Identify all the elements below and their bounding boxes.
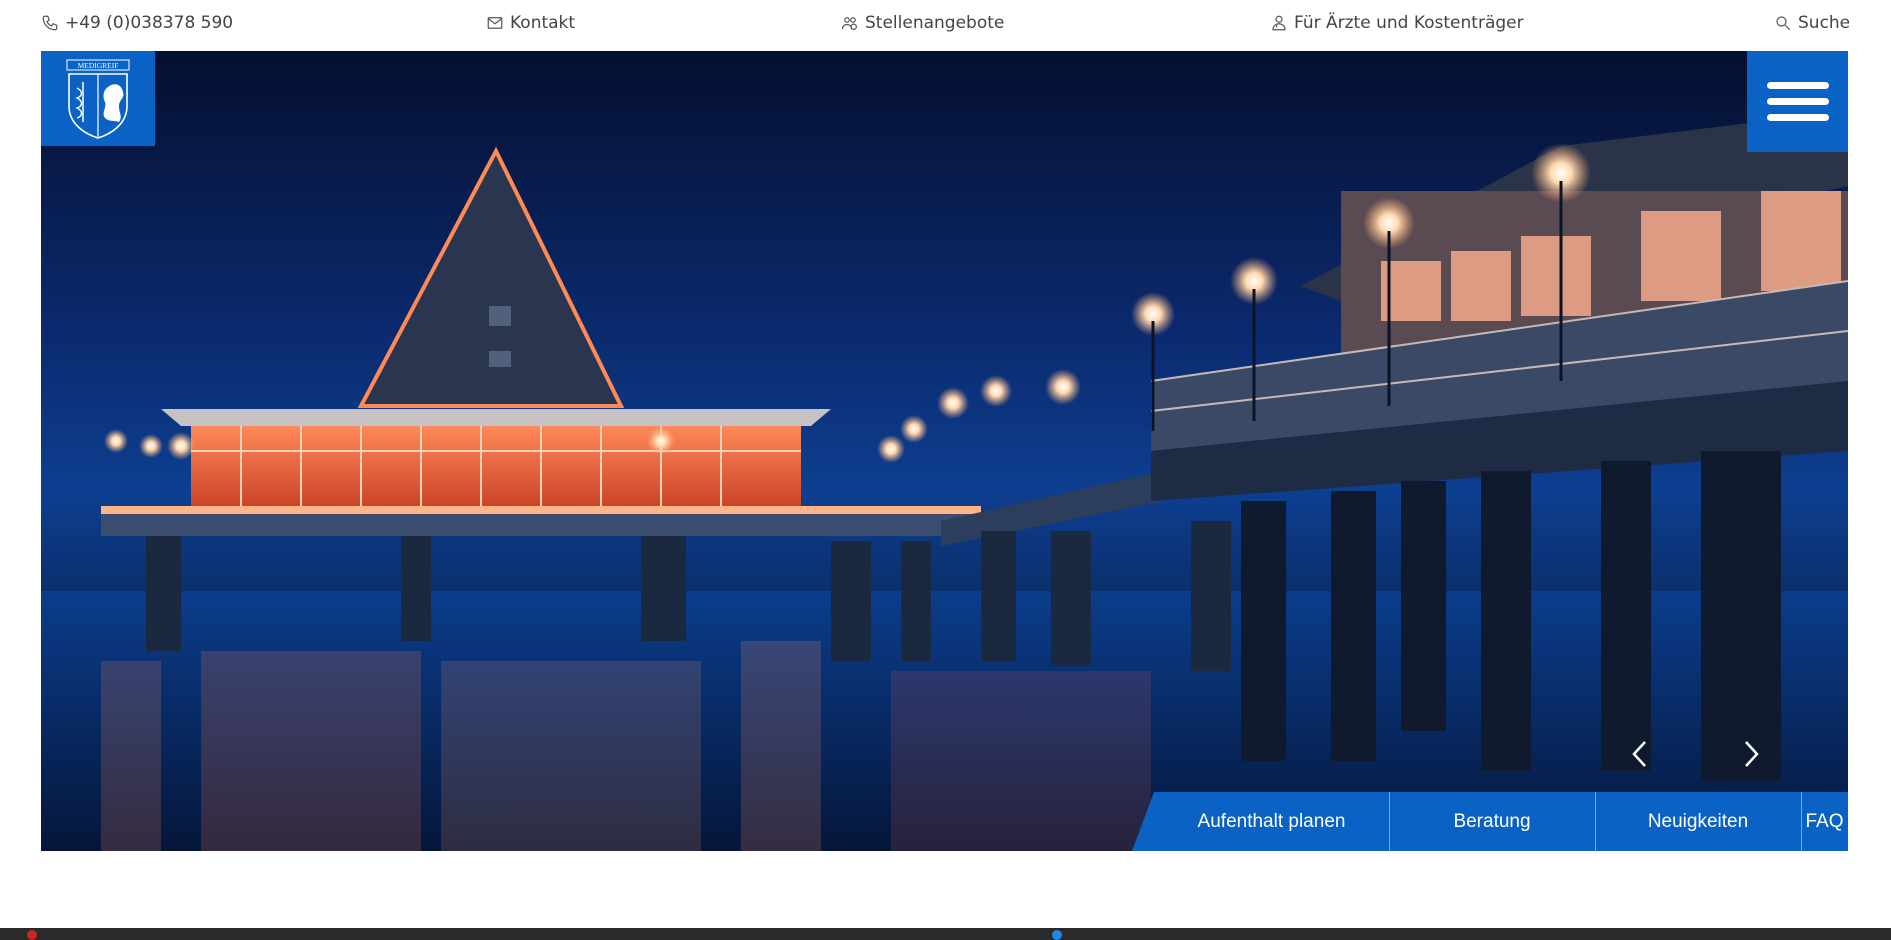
menu-bar (1766, 98, 1829, 105)
tab-neuigkeiten[interactable]: Neuigkeiten (1595, 792, 1802, 851)
jobs-label: Stellenangebote (865, 13, 1005, 33)
doctors-label: Für Ärzte und Kostenträger (1294, 13, 1524, 33)
tab-aufenthalt-planen[interactable]: Aufenthalt planen (1154, 792, 1390, 851)
bottom-bar (0, 928, 1891, 940)
menu-bar (1766, 82, 1829, 89)
jobs-link[interactable]: Stellenangebote (841, 10, 1004, 36)
hero-tabs: Aufenthalt planen Beratung Neuigkeiten F… (1132, 792, 1848, 851)
people-icon (841, 17, 857, 30)
doctor-icon (1272, 15, 1286, 31)
phone-link[interactable]: +49 (0)038378 590 (41, 10, 233, 36)
search-link[interactable]: Suche (1774, 10, 1850, 36)
tab-faq[interactable]: FAQ (1801, 792, 1848, 851)
coat-of-arms-logo-icon: MEDIGREIF (66, 59, 130, 139)
menu-bar (1766, 114, 1829, 121)
search-icon (1776, 16, 1791, 31)
slider-next-button[interactable] (1733, 736, 1769, 772)
phone-icon (42, 15, 58, 31)
top-utility-bar: +49 (0)038378 590 Kontakt Stellenangebot… (0, 0, 1891, 50)
doctors-link[interactable]: Für Ärzte und Kostenträger (1270, 10, 1524, 36)
status-dot-icon (1052, 930, 1062, 940)
slider-prev-button[interactable] (1622, 736, 1658, 772)
phone-number: +49 (0)038378 590 (65, 13, 234, 33)
envelope-icon (487, 17, 503, 29)
tab-beratung[interactable]: Beratung (1389, 792, 1596, 851)
search-label: Suche (1798, 13, 1851, 33)
contact-label: Kontakt (510, 13, 576, 33)
hero-slider (41, 51, 1848, 851)
chevron-right-icon (1745, 741, 1759, 767)
logo-text: MEDIGREIF (78, 61, 119, 70)
hamburger-icon[interactable] (1747, 51, 1848, 152)
chevron-left-icon (1632, 741, 1646, 767)
hero-image-pier-at-night (41, 111, 1848, 851)
site-logo[interactable]: MEDIGREIF (41, 51, 155, 146)
contact-link[interactable]: Kontakt (486, 10, 575, 36)
status-dot-icon (27, 930, 37, 940)
